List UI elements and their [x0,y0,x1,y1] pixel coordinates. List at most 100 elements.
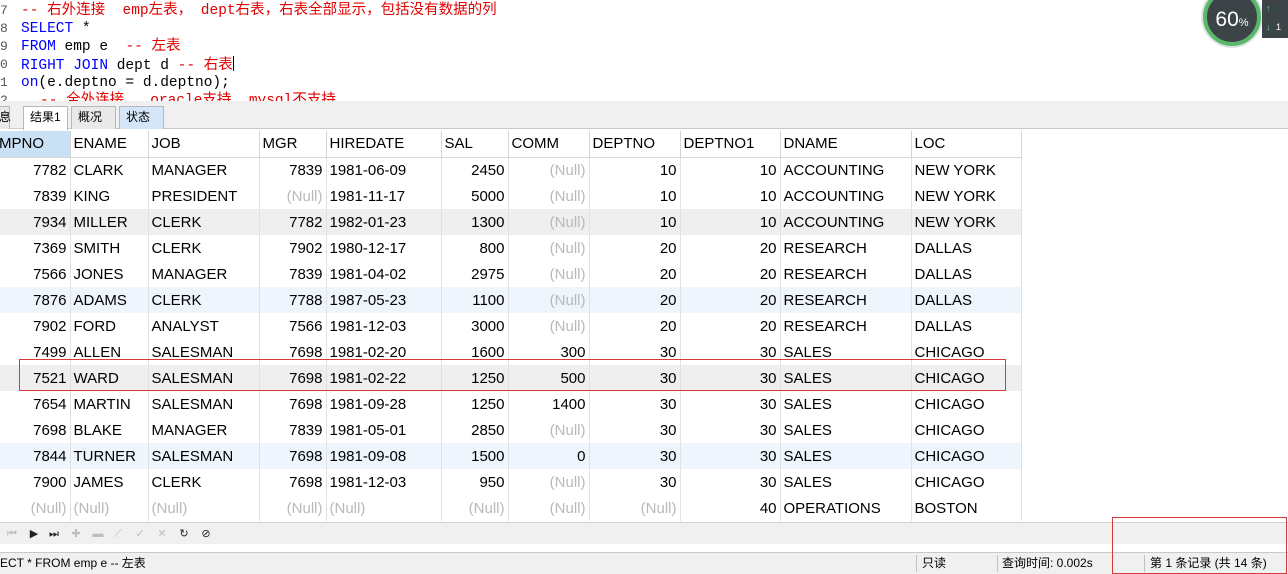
next-record-icon[interactable]: ▶ [26,526,42,542]
table-cell[interactable]: 1250 [441,391,509,417]
tab-profile[interactable]: 概况 [71,106,116,129]
table-cell[interactable]: CHICAGO [911,365,1022,391]
table-cell[interactable]: CHICAGO [911,469,1022,495]
table-cell[interactable]: (Null) [508,261,590,287]
table-cell[interactable]: OPERATIONS [780,495,912,521]
code-line[interactable]: 0 RIGHT JOIN dept d -- 右表 [0,56,1200,74]
tab-status[interactable]: 状态 [119,106,164,129]
table-cell[interactable]: SALESMAN [148,443,260,469]
table-cell[interactable]: 7698 [259,469,327,495]
table-cell[interactable]: (Null) [259,183,327,209]
table-cell[interactable]: SALES [780,391,912,417]
table-row[interactable]: 7369 SMITH CLERK 7902 1980-12-17 800 (Null) 20 2… [0,235,1022,261]
table-cell[interactable]: RESEARCH [780,235,912,261]
table-cell[interactable]: FORD [70,313,149,339]
column-header[interactable]: MGR [259,131,327,158]
refresh-icon[interactable]: ↻ [176,526,192,542]
table-cell[interactable]: 7654 [0,391,71,417]
table-cell[interactable]: DALLAS [911,235,1022,261]
table-cell[interactable]: DALLAS [911,313,1022,339]
table-cell[interactable]: 30 [680,443,781,469]
table-cell[interactable]: KING [70,183,149,209]
table-cell[interactable]: SALES [780,417,912,443]
table-cell[interactable]: 40 [680,495,781,521]
table-cell[interactable]: 7839 [259,417,327,443]
table-cell[interactable]: 7900 [0,469,71,495]
table-cell[interactable]: BLAKE [70,417,149,443]
table-cell[interactable]: 20 [680,313,781,339]
table-cell[interactable]: 7839 [0,183,71,209]
table-cell[interactable]: 0 [508,443,590,469]
table-cell[interactable]: MANAGER [148,417,260,443]
table-cell[interactable]: 500 [508,365,590,391]
column-header[interactable]: SAL [441,131,509,158]
table-cell[interactable]: MARTIN [70,391,149,417]
table-cell[interactable]: PRESIDENT [148,183,260,209]
table-cell[interactable]: 20 [680,261,781,287]
table-cell[interactable]: (Null) [508,495,590,521]
table-cell[interactable]: 30 [680,391,781,417]
table-cell[interactable]: BOSTON [911,495,1022,521]
table-cell[interactable]: 20 [680,287,781,313]
table-cell[interactable]: 30 [589,339,681,365]
tab-result-1[interactable]: 结果1 [23,106,68,130]
table-cell[interactable]: 5000 [441,183,509,209]
table-cell[interactable]: 1300 [441,209,509,235]
table-cell[interactable]: 7698 [259,443,327,469]
table-cell[interactable]: ALLEN [70,339,149,365]
table-cell[interactable]: 20 [589,313,681,339]
table-cell[interactable]: SALES [780,339,912,365]
column-header[interactable]: DEPTNO [589,131,681,158]
code-line[interactable]: 8 SELECT * [0,20,1200,38]
column-header[interactable]: LOC [911,131,1022,158]
table-cell[interactable]: 7934 [0,209,71,235]
table-cell[interactable]: SMITH [70,235,149,261]
table-cell[interactable]: JAMES [70,469,149,495]
table-cell[interactable]: 1981-12-03 [326,469,442,495]
table-cell[interactable]: (Null) [508,417,590,443]
table-cell[interactable]: RESEARCH [780,287,912,313]
table-row[interactable]: 7839 KING PRESIDENT (Null) 1981-11-17 5000 (Nu… [0,183,1022,209]
last-record-icon[interactable]: ⏭ [46,526,62,542]
table-cell[interactable]: 7521 [0,365,71,391]
column-header[interactable]: JOB [148,131,260,158]
table-cell[interactable]: (Null) [508,157,590,183]
table-cell[interactable]: 1981-05-01 [326,417,442,443]
column-header[interactable]: DNAME [780,131,912,158]
table-cell[interactable]: ACCOUNTING [780,209,912,235]
table-cell[interactable]: DALLAS [911,287,1022,313]
table-cell[interactable]: 30 [589,469,681,495]
table-cell[interactable]: 7499 [0,339,71,365]
code-line[interactable]: 7 -- 右外连接 emp左表， dept右表，右表全部显示，包括没有数据的列 [0,2,1200,20]
table-row[interactable]: 7876 ADAMS CLERK 7788 1987-05-23 1100 (Null) 20… [0,287,1022,313]
table-cell[interactable]: (Null) [508,469,590,495]
table-cell[interactable]: 10 [589,209,681,235]
table-cell[interactable]: 950 [441,469,509,495]
table-cell[interactable]: 1981-02-20 [326,339,442,365]
table-cell[interactable]: CHICAGO [911,391,1022,417]
table-cell[interactable]: 30 [589,365,681,391]
table-cell[interactable]: 1981-09-08 [326,443,442,469]
edit-record-icon[interactable]: ⟋ [110,526,126,542]
table-cell[interactable]: ADAMS [70,287,149,313]
table-cell[interactable]: 7698 [259,365,327,391]
table-cell[interactable]: 1981-11-17 [326,183,442,209]
table-cell[interactable]: 1100 [441,287,509,313]
table-cell[interactable]: 10 [680,157,781,183]
sql-editor[interactable]: 7 -- 右外连接 emp左表， dept右表，右表全部显示，包括没有数据的列 8 S… [0,0,1288,101]
table-cell[interactable]: CLERK [148,287,260,313]
table-cell[interactable]: 20 [680,235,781,261]
table-cell[interactable]: 300 [508,339,590,365]
table-cell[interactable]: 1981-06-09 [326,157,442,183]
table-cell[interactable]: SALESMAN [148,391,260,417]
table-cell[interactable]: SALES [780,365,912,391]
code-line[interactable]: 2 -- 全外连接 oracle支持 mysql不支持 [0,92,1200,101]
table-cell[interactable]: SALES [780,443,912,469]
stop-icon[interactable]: ⊘ [198,526,214,542]
first-record-icon[interactable]: ⏮ [4,526,20,542]
table-cell[interactable]: 10 [680,209,781,235]
table-cell[interactable]: NEW YORK [911,157,1022,183]
table-cell[interactable]: DALLAS [911,261,1022,287]
table-cell[interactable]: CLERK [148,469,260,495]
table-cell[interactable]: 800 [441,235,509,261]
